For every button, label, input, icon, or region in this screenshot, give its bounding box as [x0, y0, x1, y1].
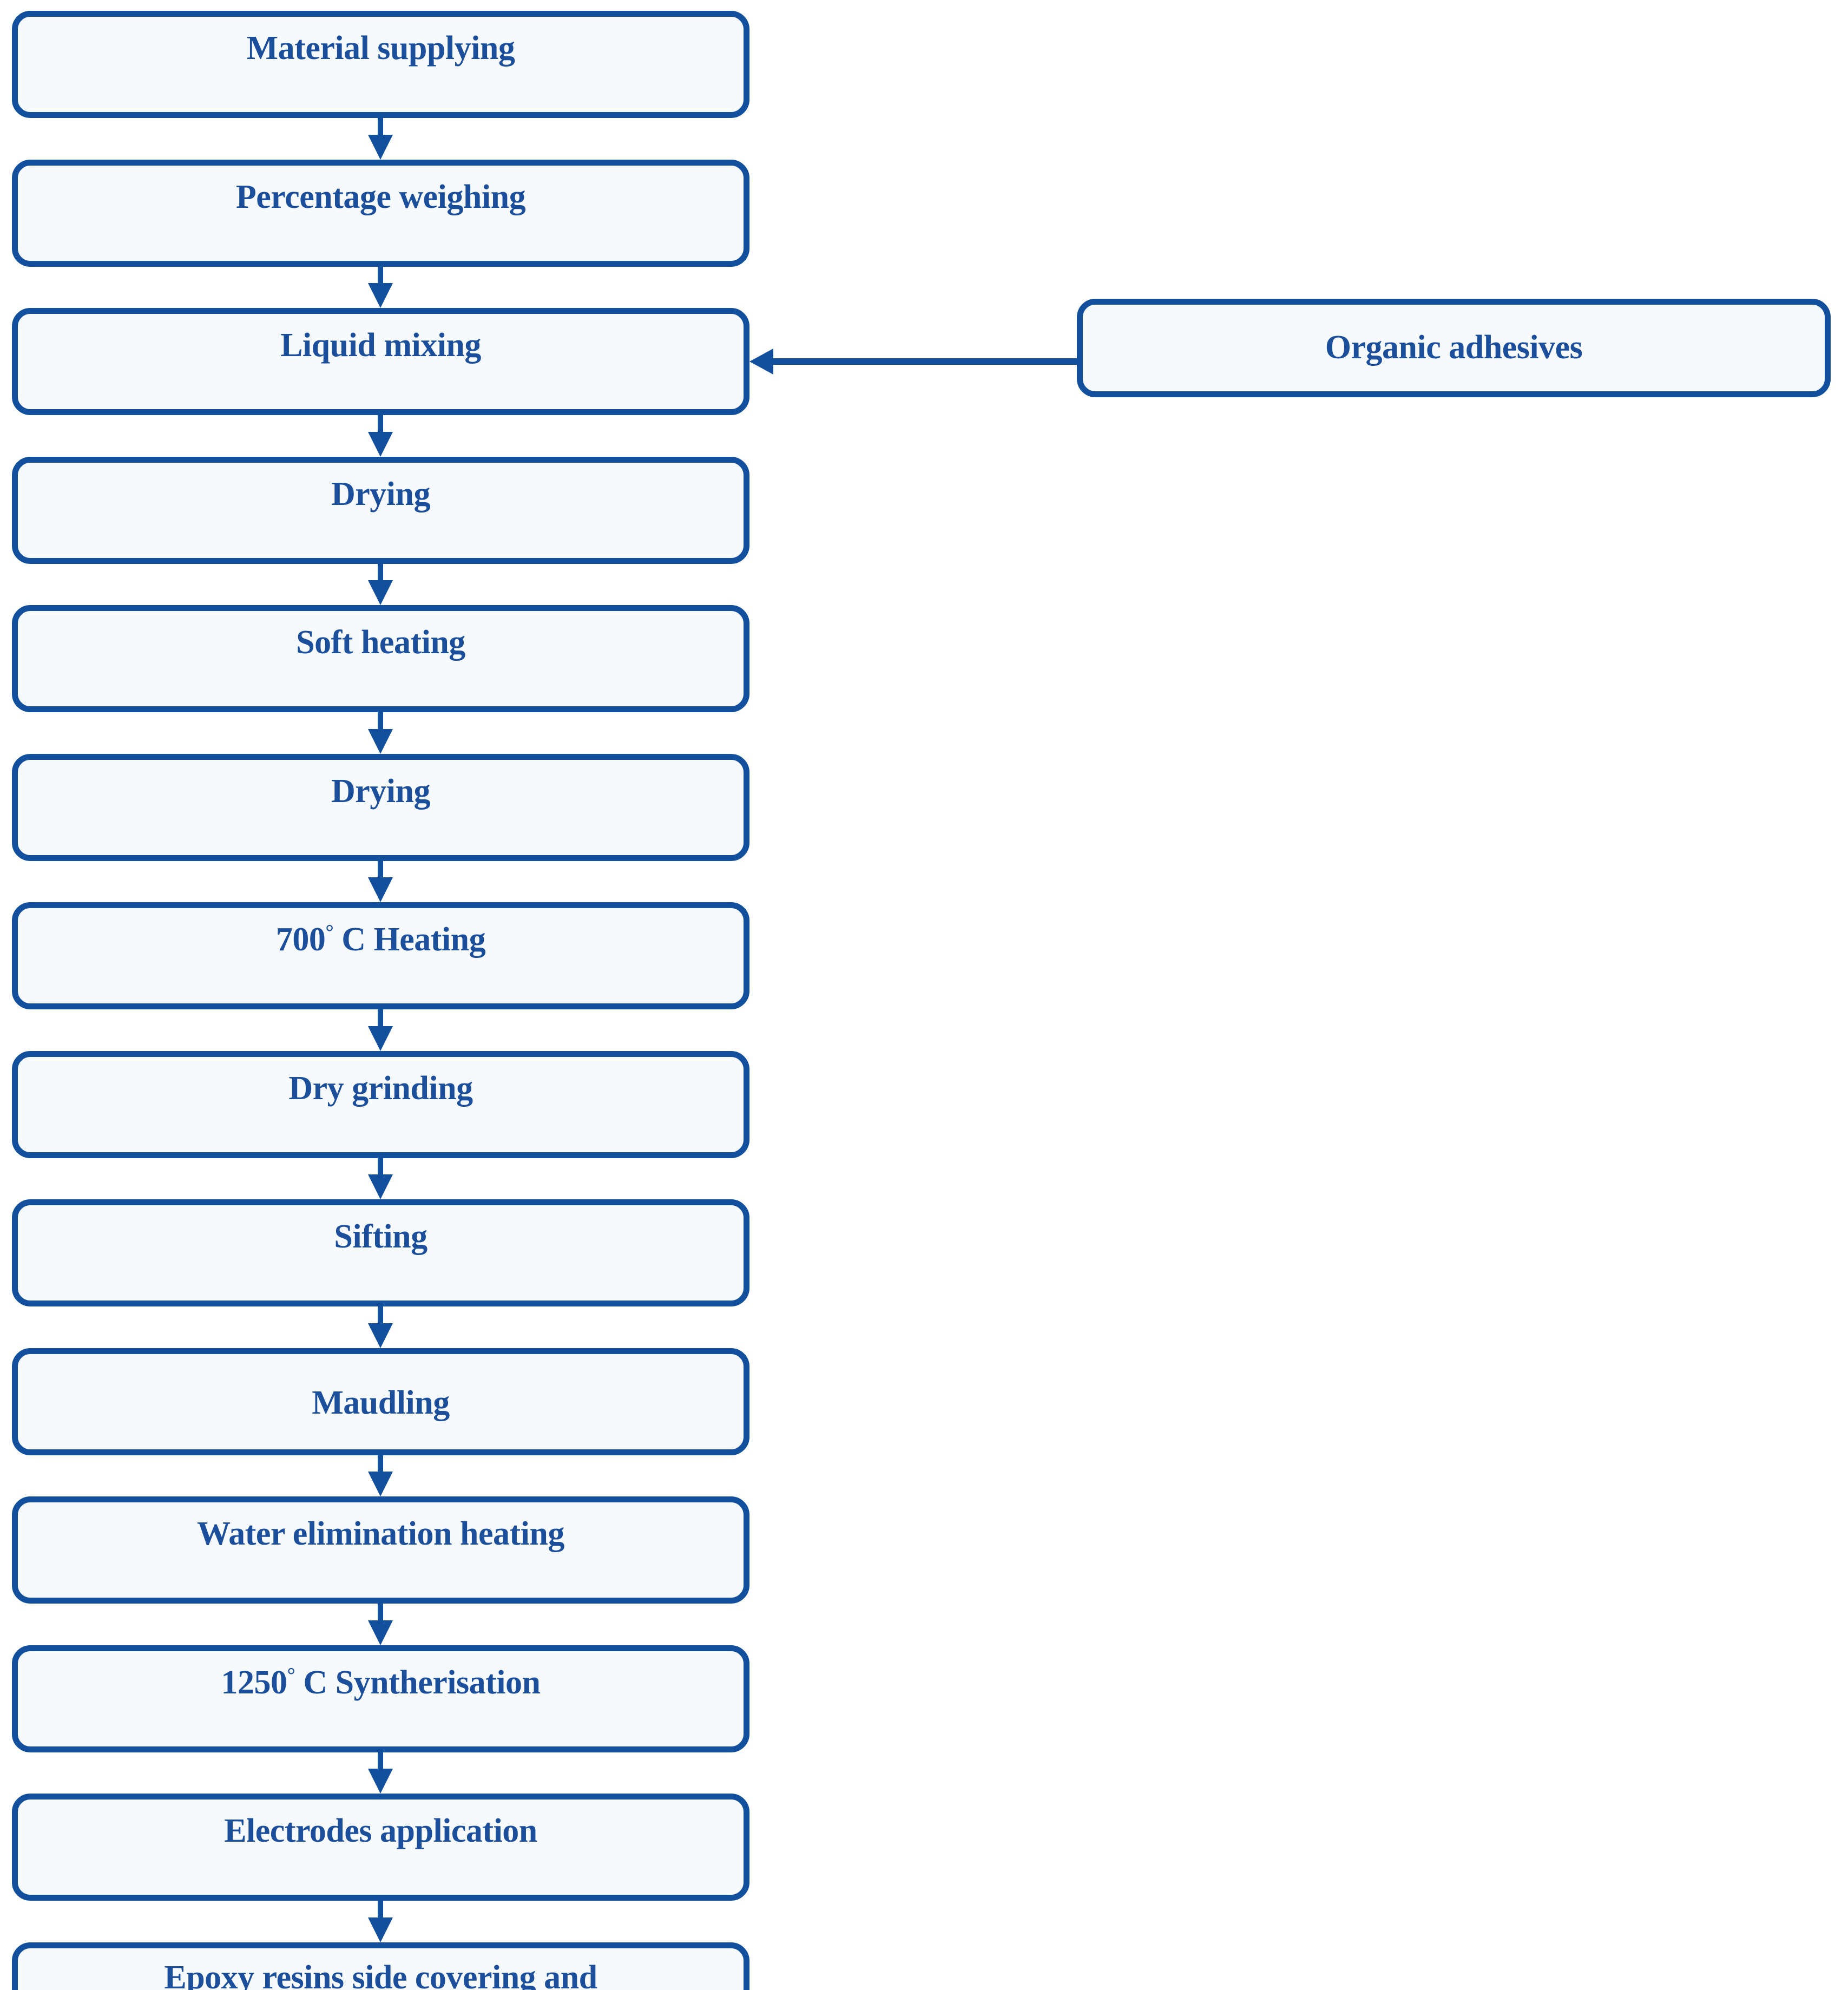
node-percentage-weighing[interactable]: Percentage weighing — [12, 159, 749, 267]
node-material-supplying[interactable]: Material supplying — [12, 11, 749, 118]
node-label: Dry grinding — [288, 1069, 473, 1107]
node-drying-2[interactable]: Drying — [12, 753, 749, 861]
node-label: Material supplying — [246, 30, 515, 67]
node-heating-700c[interactable]: 700° C Heating — [12, 902, 749, 1009]
node-label: Maudling — [312, 1384, 450, 1421]
node-organic-adhesives[interactable]: Organic adhesives — [1077, 299, 1831, 397]
node-label: Sifting — [334, 1218, 428, 1255]
node-label: Water elimination heating — [197, 1515, 564, 1552]
flowchart-canvas: Material supplying Percentage weighing L… — [0, 0, 1848, 1990]
node-liquid-mixing[interactable]: Liquid mixing — [12, 308, 749, 415]
node-label: Drying — [331, 772, 431, 810]
node-label: Epoxy resins side covering and polymeriz… — [164, 1959, 597, 1990]
node-label: Soft heating — [296, 624, 465, 661]
node-soft-heating[interactable]: Soft heating — [12, 605, 749, 712]
node-syntherisation-1250c[interactable]: 1250° C Syntherisation — [12, 1645, 749, 1752]
node-maudling[interactable]: Maudling — [12, 1348, 749, 1455]
node-label: Organic adhesives — [1325, 329, 1583, 366]
node-epoxy-resins[interactable]: Epoxy resins side covering and polymeriz… — [12, 1942, 749, 1990]
node-label: 700° C Heating — [275, 921, 486, 958]
node-sifting[interactable]: Sifting — [12, 1199, 749, 1306]
node-water-elimination-heating[interactable]: Water elimination heating — [12, 1496, 749, 1604]
node-label: Percentage weighing — [235, 178, 526, 215]
node-label: Drying — [331, 475, 431, 513]
node-drying-1[interactable]: Drying — [12, 456, 749, 564]
node-dry-grinding[interactable]: Dry grinding — [12, 1050, 749, 1158]
node-electrodes-application[interactable]: Electrodes application — [12, 1794, 749, 1901]
node-label: Electrodes application — [224, 1812, 537, 1849]
node-label: Liquid mixing — [280, 327, 481, 364]
node-label: 1250° C Syntherisation — [221, 1663, 541, 1701]
